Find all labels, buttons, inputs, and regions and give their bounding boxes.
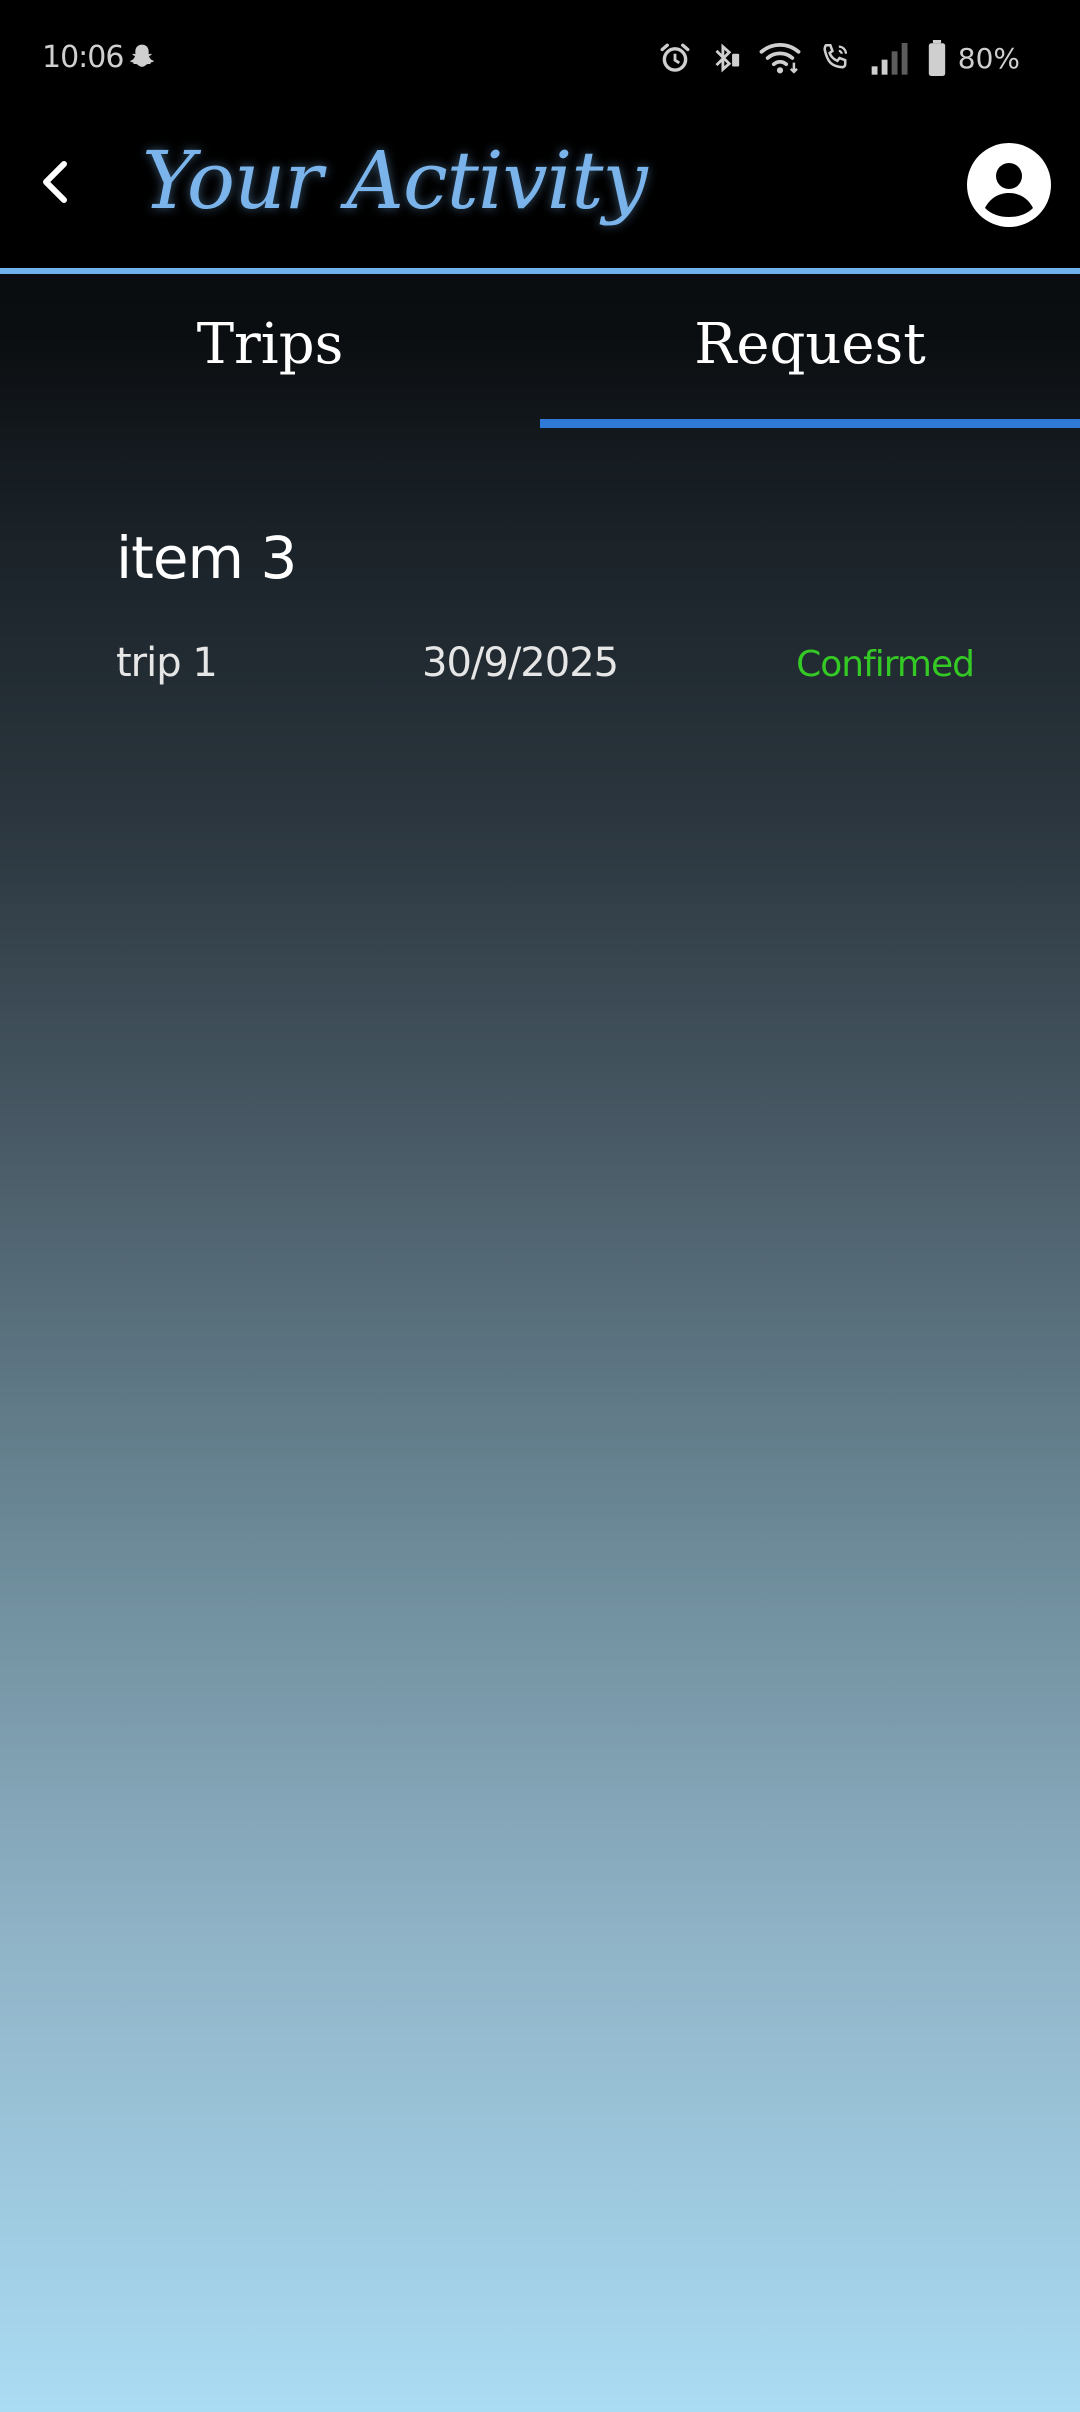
tab-trips[interactable]: Trips bbox=[0, 274, 540, 428]
status-bar: 10:06 80% bbox=[0, 0, 1080, 120]
battery-percent: 80% bbox=[957, 41, 1020, 75]
chevron-left-icon bbox=[43, 161, 67, 203]
account-circle-icon bbox=[967, 143, 1051, 227]
request-item-details: trip 1 30/9/2025 Confirmed bbox=[116, 640, 975, 700]
bluetooth-icon bbox=[715, 43, 739, 73]
alarm-icon bbox=[660, 43, 690, 72]
wifi-call-icon bbox=[823, 43, 847, 69]
tab-trips-label: Trips bbox=[196, 311, 344, 377]
page-title: Your Activity bbox=[142, 134, 648, 227]
app-bar: Your Activity bbox=[0, 120, 1080, 270]
back-button[interactable] bbox=[24, 150, 88, 214]
request-item-date: 30/9/2025 bbox=[422, 640, 619, 686]
request-item[interactable]: item 3 trip 1 30/9/2025 Confirmed bbox=[116, 524, 975, 700]
tab-request-label: Request bbox=[694, 311, 926, 377]
status-time: 10:06 bbox=[42, 40, 124, 75]
profile-button[interactable] bbox=[966, 142, 1052, 228]
status-icons: 80% bbox=[658, 40, 1020, 76]
signal-icon bbox=[871, 43, 908, 75]
tab-request[interactable]: Request bbox=[540, 274, 1080, 428]
request-item-trip: trip 1 bbox=[116, 640, 218, 686]
request-item-status: Confirmed bbox=[796, 644, 975, 685]
wifi-icon bbox=[759, 43, 801, 74]
snapchat-icon bbox=[130, 44, 154, 67]
battery-icon bbox=[928, 40, 945, 76]
request-item-title: item 3 bbox=[116, 524, 297, 592]
tab-bar: Trips Request bbox=[0, 274, 1080, 428]
tab-selected-indicator bbox=[540, 419, 1080, 428]
